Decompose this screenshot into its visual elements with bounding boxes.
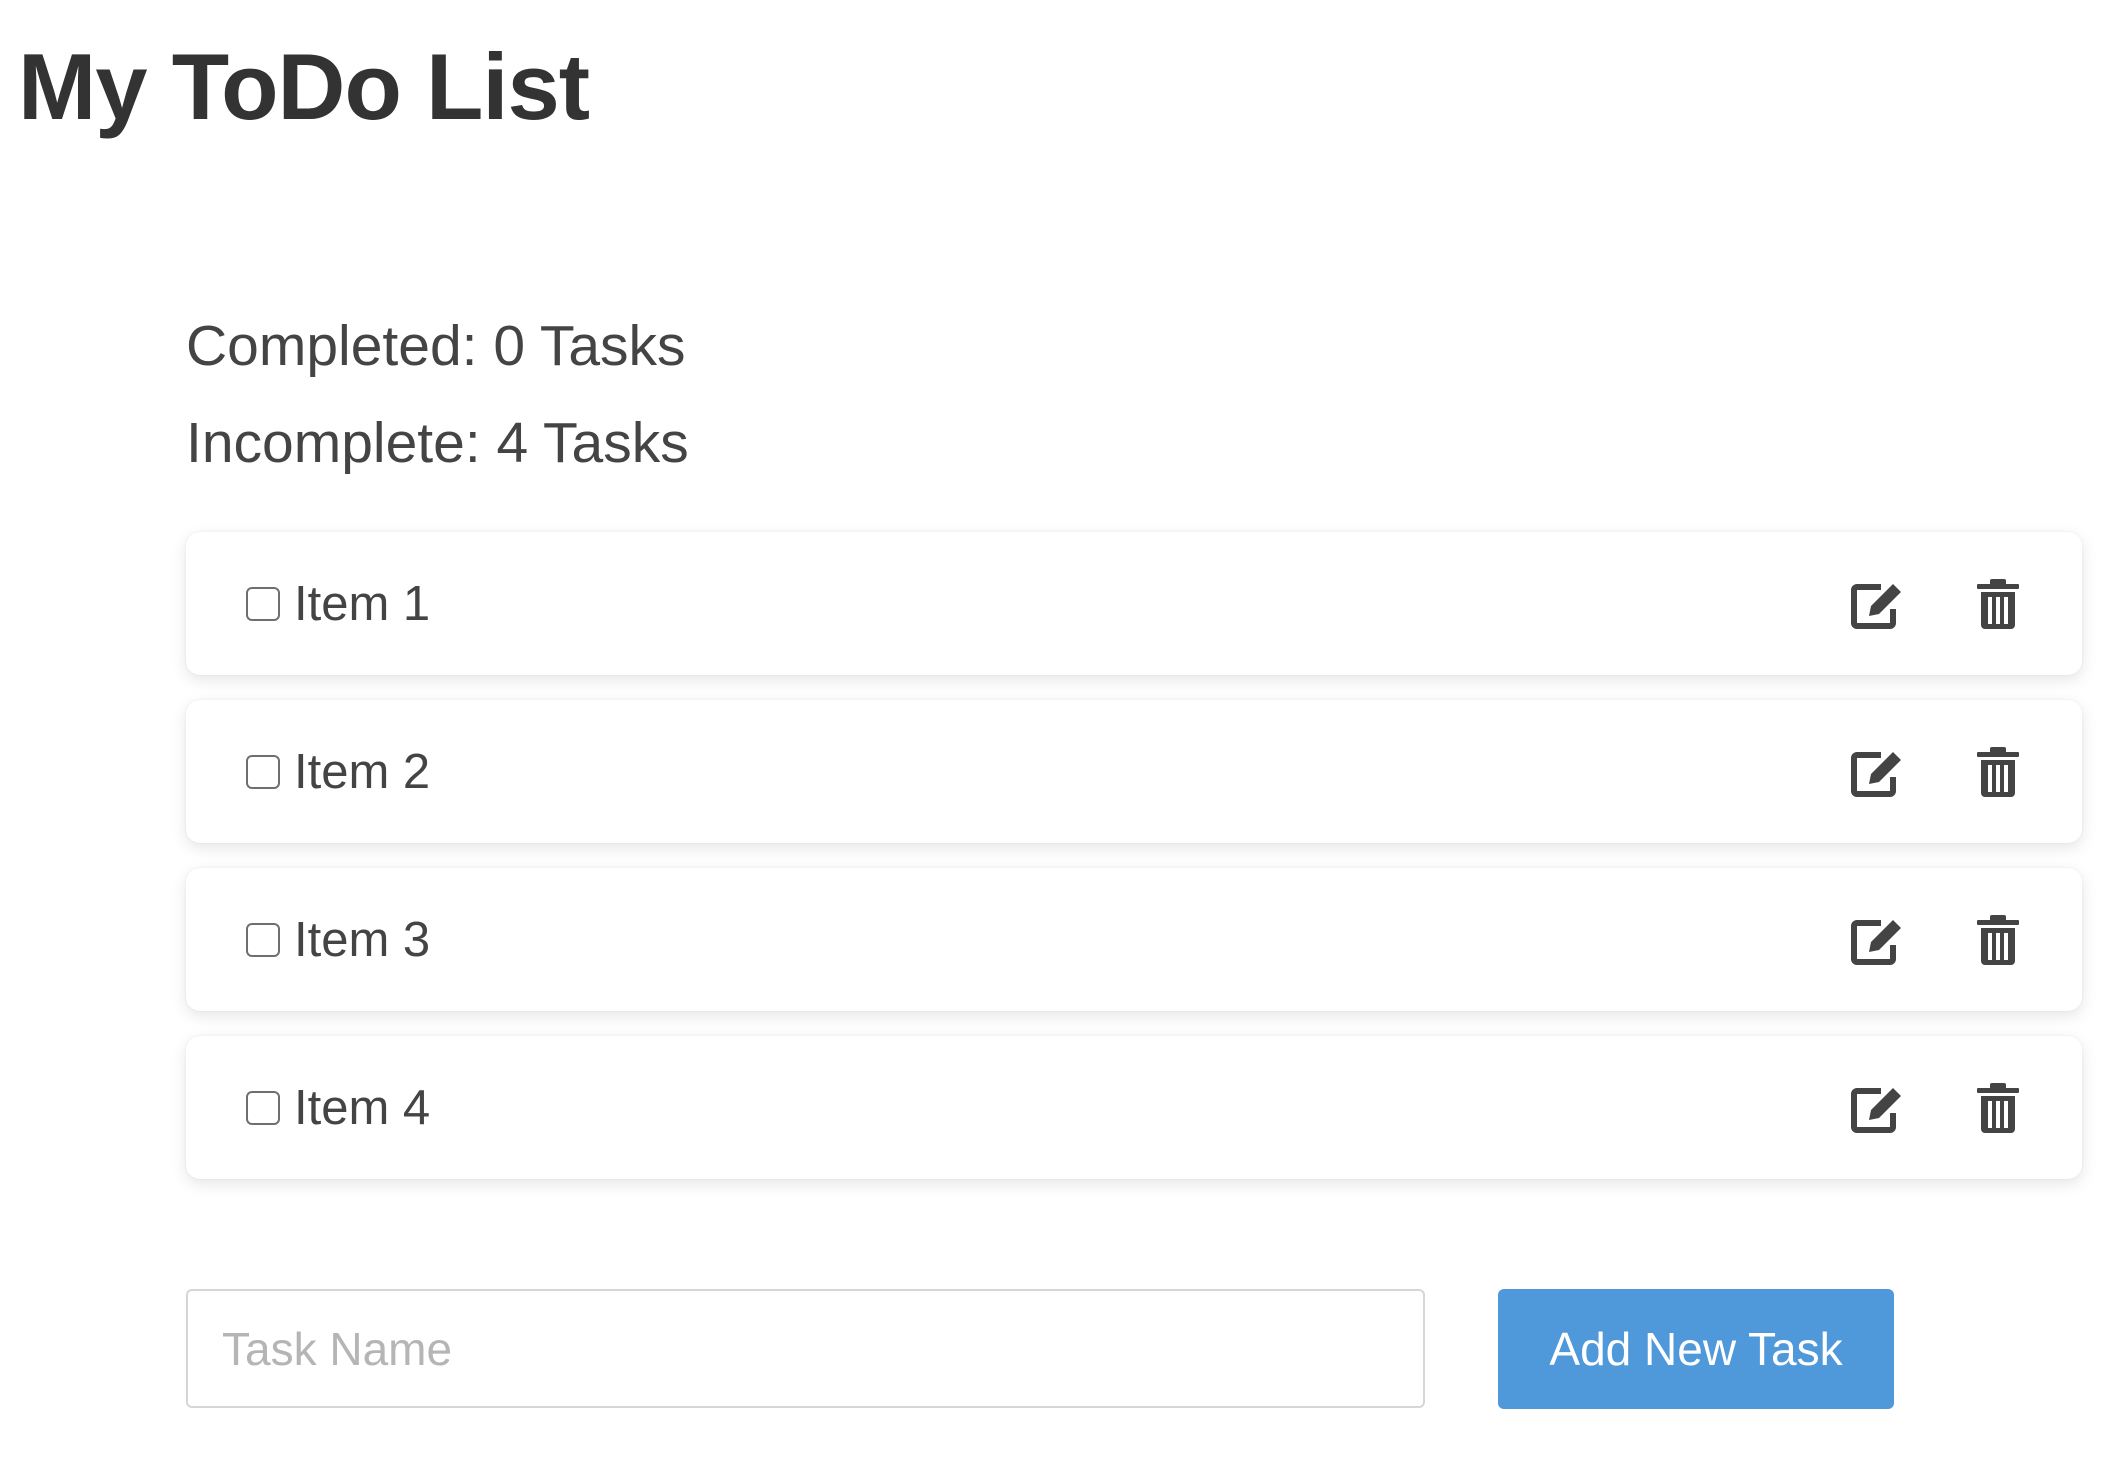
edit-icon[interactable] (1850, 744, 1906, 800)
todo-actions (1850, 912, 2026, 968)
page-title: My ToDo List (18, 34, 590, 139)
todo-actions (1850, 744, 2026, 800)
todo-actions (1850, 1080, 2026, 1136)
todo-label: Item 3 (294, 912, 431, 967)
trash-icon[interactable] (1970, 1080, 2026, 1136)
todo-list: Item 1 Item 2 Item 3 Item 4 (186, 532, 2082, 1204)
task-stats: Completed: 0 Tasks Incomplete: 4 Tasks (186, 318, 689, 472)
todo-label: Item 1 (294, 576, 431, 631)
trash-icon[interactable] (1970, 576, 2026, 632)
todo-checkbox[interactable] (246, 754, 280, 789)
trash-icon[interactable] (1970, 744, 2026, 800)
edit-icon[interactable] (1850, 576, 1906, 632)
completed-count: Completed: 0 Tasks (186, 314, 686, 378)
task-name-input[interactable] (186, 1289, 1425, 1408)
todo-label: Item 2 (294, 744, 431, 799)
trash-icon[interactable] (1970, 912, 2026, 968)
edit-icon[interactable] (1850, 912, 1906, 968)
add-new-task-button[interactable]: Add New Task (1498, 1289, 1894, 1409)
todo-checkbox[interactable] (246, 922, 280, 957)
todo-checkbox[interactable] (246, 586, 280, 621)
todo-checkbox[interactable] (246, 1090, 280, 1125)
incomplete-count: Incomplete: 4 Tasks (186, 411, 689, 475)
todo-item: Item 1 (186, 532, 2082, 675)
todo-item: Item 3 (186, 868, 2082, 1011)
edit-icon[interactable] (1850, 1080, 1906, 1136)
todo-actions (1850, 576, 2026, 632)
todo-item: Item 2 (186, 700, 2082, 843)
todo-item: Item 4 (186, 1036, 2082, 1179)
todo-label: Item 4 (294, 1080, 431, 1135)
